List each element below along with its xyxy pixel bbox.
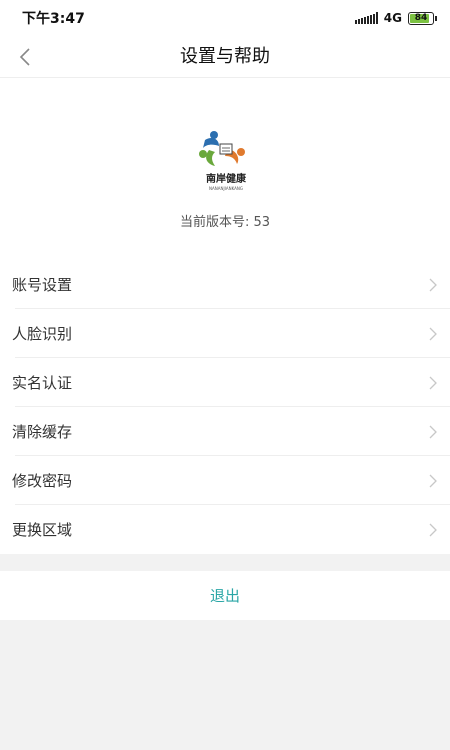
settings-menu: 账号设置 人脸识别 实名认证 清除缓存 修改密码 更换区域 [0,260,450,554]
menu-item-label: 修改密码 [12,472,73,490]
menu-item-label: 更换区域 [12,521,73,539]
battery-icon: 84 [408,11,437,25]
menu-item-change-password[interactable]: 修改密码 [0,456,450,505]
page-title: 设置与帮助 [180,46,270,67]
menu-item-label: 实名认证 [12,374,73,392]
battery-level: 84 [414,13,428,23]
signal-icon [354,12,378,24]
app-info-section: 南岸健康 NANANJIANKANG 当前版本号: 53 [0,78,450,260]
logo-subtext: NANANJIANKANG [209,186,243,191]
status-icons: 4G 84 [354,11,437,25]
chevron-right-icon [429,376,437,390]
status-bar: 下午3:47 4G 84 [0,0,450,36]
menu-item-label: 人脸识别 [12,325,73,343]
chevron-right-icon [429,425,437,439]
menu-item-change-region[interactable]: 更换区域 [0,505,450,554]
menu-item-label: 账号设置 [12,276,73,294]
network-type: 4G [383,11,402,25]
version-number: 53 [253,215,271,230]
menu-item-account-settings[interactable]: 账号设置 [0,260,450,309]
menu-item-real-name-verification[interactable]: 实名认证 [0,358,450,407]
chevron-right-icon [429,278,437,292]
menu-item-clear-cache[interactable]: 清除缓存 [0,407,450,456]
status-time: 下午3:47 [22,11,85,27]
menu-item-face-recognition[interactable]: 人脸识别 [0,309,450,358]
version-info: 当前版本号: 53 [0,211,450,230]
version-label: 当前版本号 [179,215,245,230]
chevron-right-icon [429,474,437,488]
chevron-right-icon [429,523,437,537]
chevron-right-icon [429,327,437,341]
logo-text: 南岸健康 [206,172,247,185]
logout-button[interactable]: 退出 [0,571,450,620]
app-logo: 南岸健康 NANANJIANKANG [199,131,247,191]
logout-label: 退出 [209,587,240,605]
nav-bar: 设置与帮助 [0,36,450,78]
menu-item-label: 清除缓存 [12,423,73,441]
